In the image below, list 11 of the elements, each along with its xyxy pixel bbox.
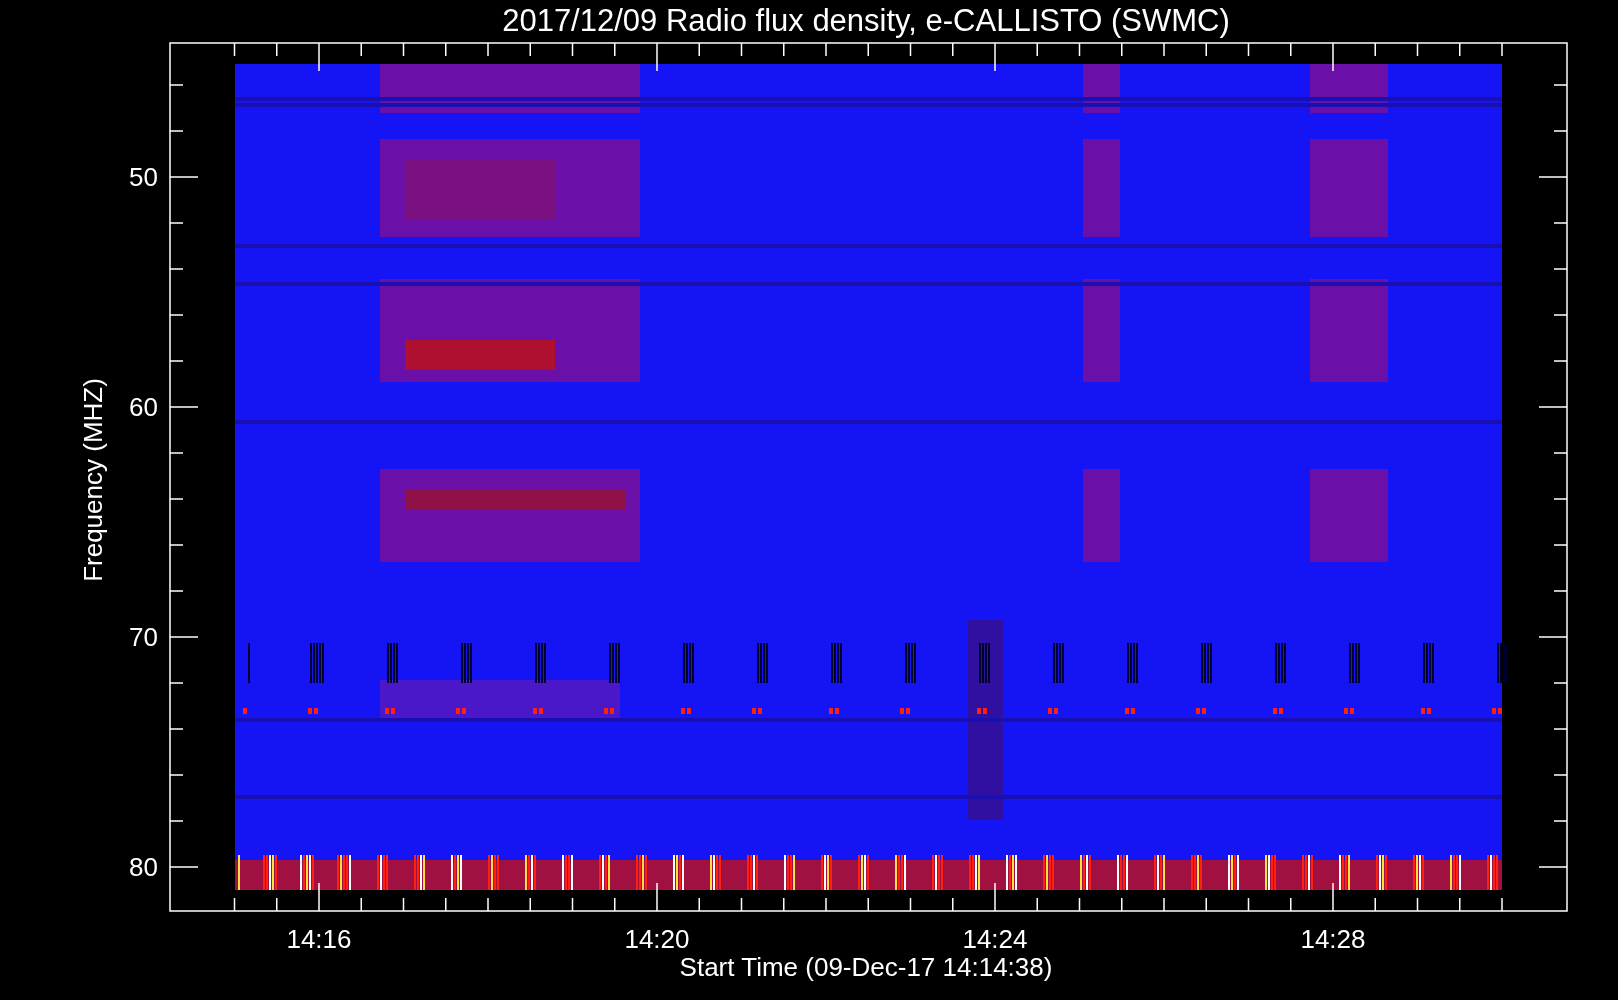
y-tick-label: 50: [129, 162, 158, 192]
y-tick-label: 80: [129, 852, 158, 882]
x-axis-label: Start Time (09-Dec-17 14:14:38): [679, 952, 1053, 982]
chart-title: 2017/12/09 Radio flux density, e-CALLISTO (SWMC): [502, 3, 1230, 38]
x-tick-label: 14:28: [1300, 924, 1366, 954]
y-axis-label: Frequency (MHZ): [78, 378, 108, 582]
x-tick-label: 14:24: [962, 924, 1028, 954]
x-tick-label: 14:16: [286, 924, 352, 954]
y-tick-label: 60: [129, 392, 158, 422]
y-tick-label: 70: [129, 622, 158, 652]
x-tick-label: 14:20: [624, 924, 690, 954]
